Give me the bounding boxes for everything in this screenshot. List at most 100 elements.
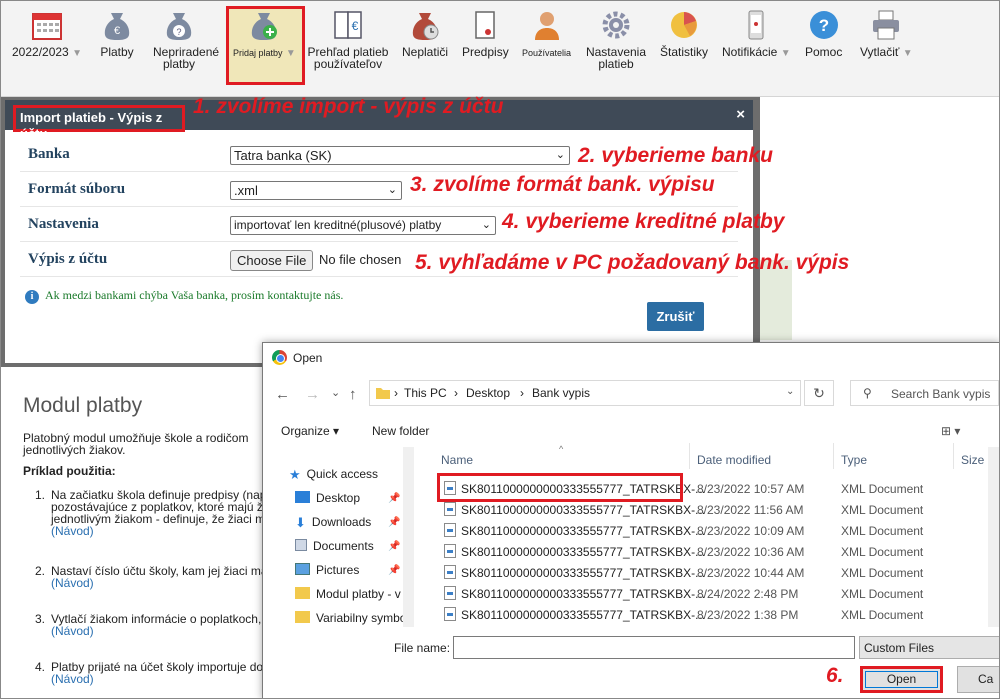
- recent-locations-icon[interactable]: ⌄: [331, 386, 340, 399]
- toolbar-predpisy[interactable]: Predpisy: [462, 8, 509, 58]
- banka-select[interactable]: Tatra banka (SK) ⌄: [230, 146, 570, 165]
- nav-quick-access[interactable]: ★ Quick access: [289, 467, 379, 482]
- chevron-down-icon[interactable]: ⌄: [786, 386, 794, 397]
- toolbar-nastavenia[interactable]: Nastavenia platieb: [584, 8, 648, 70]
- xml-file-icon: [444, 565, 456, 579]
- crumb-bank-vypis[interactable]: Bank vypis: [532, 386, 590, 400]
- toolbar-neplatici[interactable]: Neplatiči: [402, 8, 448, 58]
- file-row[interactable]: SK8011000000000333555777_TATRSKBX-... 8/2…: [441, 583, 971, 604]
- nav-downloads[interactable]: ⬇ Downloads: [295, 515, 371, 530]
- view-options-icon[interactable]: ⊞ ▾: [941, 424, 960, 438]
- column-divider: [833, 443, 834, 469]
- navod-link[interactable]: (Návod): [51, 625, 270, 637]
- nav-scrollbar[interactable]: [403, 447, 414, 627]
- file-type: XML Document: [841, 566, 924, 580]
- toolbar-notifikacie-label: Notifikácie: [722, 45, 778, 59]
- file-row[interactable]: SK8011000000000333555777_TATRSKBX-... 8/2…: [441, 499, 971, 520]
- xml-file-icon: [444, 607, 456, 621]
- annotation-step-4: 4. vyberieme kreditné platby: [502, 210, 785, 233]
- back-icon[interactable]: ←: [275, 386, 290, 403]
- example-heading: Príklad použitia:: [23, 464, 116, 478]
- toolbar-year-select[interactable]: 2022/2023 ▼: [12, 8, 82, 60]
- xml-file-icon: [444, 544, 456, 558]
- money-bag-euro-icon: €: [104, 13, 130, 40]
- ledger-euro-icon: €: [334, 11, 362, 39]
- file-row[interactable]: SK8011000000000333555777_TATRSKBX-... 8/2…: [441, 562, 971, 583]
- nav-variabilny[interactable]: Variabilny symbo: [295, 611, 406, 625]
- organize-button[interactable]: Organize ▾: [281, 424, 339, 438]
- search-placeholder: Search Bank vypis: [891, 387, 991, 401]
- navod-link[interactable]: (Návod): [51, 673, 270, 685]
- user-icon: [534, 12, 559, 40]
- file-list-scrollbar[interactable]: [988, 447, 1000, 627]
- nastavenia-label: Nastavenia: [28, 216, 99, 232]
- nav-pictures[interactable]: Pictures: [295, 563, 359, 577]
- folder-icon: [376, 388, 390, 399]
- column-type[interactable]: Type: [841, 453, 867, 467]
- toolbar-pridaj-label: Pridaj platby: [233, 48, 283, 58]
- annotation-step-5: 5. vyhľadáme v PC požadovaný bank. výpis: [415, 251, 850, 274]
- address-bar[interactable]: › This PC › Desktop › Bank vypis ⌄: [369, 380, 801, 406]
- xml-file-icon: [444, 586, 456, 600]
- column-name[interactable]: Name: [441, 453, 473, 467]
- file-row[interactable]: SK8011000000000333555777_TATRSKBX-... 8/2…: [441, 520, 971, 541]
- xml-file-icon: [444, 523, 456, 537]
- crumb-sep: ›: [454, 386, 458, 400]
- navod-link[interactable]: (Návod): [51, 525, 270, 537]
- toolbar-platby[interactable]: € Platby: [100, 8, 134, 58]
- crumb-this-pc[interactable]: This PC: [404, 386, 447, 400]
- nav-documents[interactable]: Documents: [295, 539, 374, 553]
- toolbar-statistiky[interactable]: Štatistiky: [660, 8, 708, 58]
- help-icon: ?: [809, 11, 838, 39]
- nav-desktop[interactable]: Desktop: [295, 491, 360, 505]
- toolbar-platby-label: Platby: [100, 45, 134, 59]
- toolbar-nastavenia-label: Nastavenia platieb: [585, 45, 647, 71]
- file-row[interactable]: SK8011000000000333555777_TATRSKBX-... 8/2…: [441, 604, 971, 625]
- file-type: XML Document: [841, 608, 924, 622]
- nav-label: Quick access: [306, 467, 379, 481]
- refresh-icon[interactable]: ↻: [804, 380, 834, 406]
- cancel-file-button[interactable]: Ca: [957, 666, 1000, 693]
- pin-icon: 📌: [388, 541, 401, 552]
- nastavenia-select[interactable]: importovať len kreditné(plusové) platby ⌄: [230, 216, 496, 235]
- nastavenia-value: importovať len kreditné(plusové) platby: [234, 218, 442, 232]
- vypis-label: Výpis z účtu: [28, 251, 108, 267]
- toolbar-prehlad[interactable]: € Prehľad platieb používateľov: [306, 8, 390, 70]
- toolbar-vytlacit[interactable]: Vytlačiť ▼: [860, 8, 913, 60]
- toolbar-pridaj-platby[interactable]: Pridaj platby ▼: [233, 8, 296, 60]
- calendar-icon: [31, 13, 62, 40]
- list-number: 3.: [35, 612, 46, 626]
- forward-icon[interactable]: →: [305, 386, 320, 403]
- close-icon[interactable]: ×: [736, 106, 745, 123]
- open-button[interactable]: Open: [860, 666, 943, 693]
- toolbar-notifikacie[interactable]: Notifikácie ▼: [722, 8, 791, 60]
- caret-icon: ▼: [285, 48, 296, 59]
- nav-label: Pictures: [316, 563, 360, 577]
- chevron-down-icon: ⌄: [481, 219, 491, 231]
- xml-file-icon: [444, 502, 456, 516]
- file-row[interactable]: SK8011000000000333555777_TATRSKBX-... 8/2…: [441, 541, 971, 562]
- search-input[interactable]: ⚲ Search Bank vypis: [850, 380, 999, 406]
- cancel-button[interactable]: Zrušiť: [647, 302, 704, 331]
- up-icon[interactable]: ↑: [349, 386, 357, 403]
- intro-line-2: jednotlivých žiakov.: [23, 443, 126, 457]
- toolbar-prehlad-label: Prehľad platieb používateľov: [307, 45, 389, 71]
- column-size[interactable]: Size: [961, 453, 984, 467]
- file-type-filter[interactable]: Custom Files: [859, 636, 1000, 659]
- file-date: 8/23/2022 10:57 AM: [697, 482, 805, 496]
- money-bag-clock-icon: [412, 13, 439, 40]
- toolbar-pouzivatelia[interactable]: Používatelia: [522, 8, 571, 59]
- nav-modul-platby[interactable]: Modul platby - v: [295, 587, 401, 601]
- navod-link[interactable]: (Návod): [51, 577, 270, 589]
- column-date[interactable]: Date modified: [697, 453, 771, 467]
- format-select[interactable]: .xml ⌄: [230, 181, 402, 200]
- file-type: XML Document: [841, 503, 924, 517]
- toolbar-nepriradene[interactable]: ? Nepriradené platby: [153, 8, 219, 70]
- crumb-desktop[interactable]: Desktop: [466, 386, 510, 400]
- choose-file-button[interactable]: Choose File: [230, 250, 314, 271]
- toolbar-pomoc[interactable]: ? Pomoc: [805, 8, 842, 58]
- nav-label: Variabilny symbo: [316, 611, 407, 625]
- toolbar-pomoc-label: Pomoc: [805, 45, 843, 59]
- new-folder-button[interactable]: New folder: [372, 424, 429, 438]
- file-name-input[interactable]: [453, 636, 855, 659]
